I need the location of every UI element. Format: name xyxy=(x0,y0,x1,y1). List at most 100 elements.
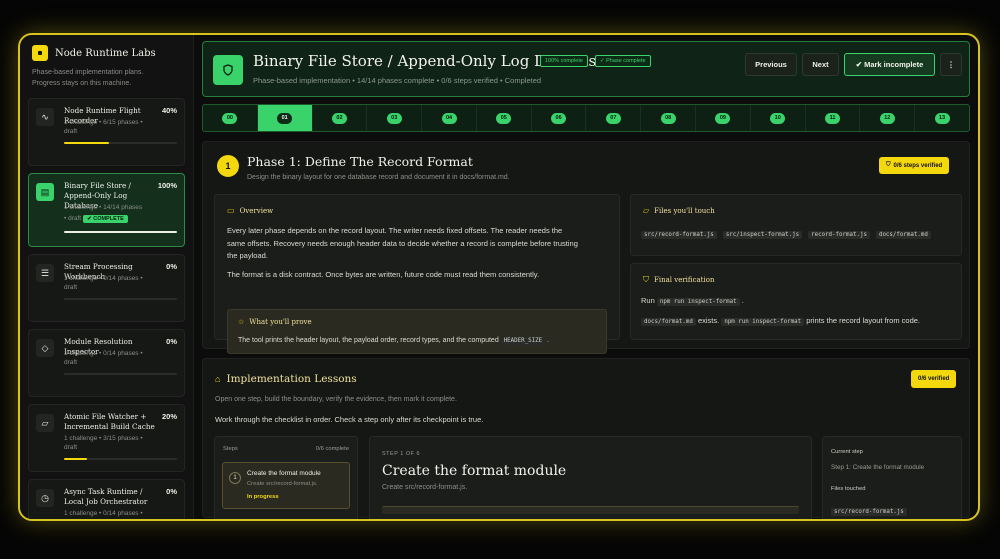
overview-paragraph-1: Every later phase depends on the record … xyxy=(227,225,607,263)
project-percent: 0% xyxy=(166,262,177,271)
phase-tab[interactable]: 01 xyxy=(257,105,313,131)
current-step-value: Step 1: Create the format module xyxy=(831,464,925,471)
files-card: ▱ Files you'll touch src/record-format.j… xyxy=(630,194,962,256)
step-item-1[interactable]: 1 Create the format module Create src/re… xyxy=(222,462,350,509)
brand-logo-icon xyxy=(32,45,48,61)
verify-doc: docs/format.md xyxy=(641,318,696,326)
sidebar-project-item[interactable]: ☰ Stream Processing Workbench 0% 1 challeng… xyxy=(28,254,185,322)
phase-tab-label: 09 xyxy=(715,112,731,124)
current-step-card: Current step Step 1: Create the format m… xyxy=(822,436,962,519)
sidebar-project-item[interactable]: ∿ Node Runtime Flight Recorder 40% 1 challe… xyxy=(28,98,185,166)
prove-header: ☆ What you'll prove xyxy=(238,318,312,326)
project-meta: 1 challenge • 0/14 phases • xyxy=(64,510,143,517)
phase-tab-label: 10 xyxy=(770,112,786,124)
files-touched-value: src/record-format.js xyxy=(831,500,907,518)
phase-tab-label: 11 xyxy=(824,112,840,124)
overview-title: Overview xyxy=(239,206,274,215)
lessons-verified-badge: 0/6 verified xyxy=(911,370,957,388)
phase-tab-label: 04 xyxy=(441,112,457,124)
phase-tab-label: 13 xyxy=(934,112,950,124)
graduation-cap-icon: ⌂ xyxy=(215,374,221,384)
phase-tab[interactable]: 02 xyxy=(313,105,368,131)
phase-tab[interactable]: 10 xyxy=(751,105,806,131)
tag-icon: ◇ xyxy=(36,339,54,357)
sidebar-project-item[interactable]: ▤ Binary File Store / Append-Only Log Dat… xyxy=(28,173,185,247)
file-chip: src/record-format.js xyxy=(641,231,717,239)
project-header: Binary File Store / Append-Only Log Data… xyxy=(202,41,970,97)
phase-tab[interactable]: 11 xyxy=(806,105,861,131)
phase-tab[interactable]: 03 xyxy=(367,105,423,131)
project-status-text: draft xyxy=(64,128,78,135)
project-progress-bar xyxy=(64,298,177,300)
project-percent: 40% xyxy=(161,106,177,115)
verify-line-2: docs/format.md exists. npm run inspect-f… xyxy=(641,316,921,326)
folder-icon: ▱ xyxy=(36,414,54,432)
phase-tab[interactable]: 12 xyxy=(860,105,916,131)
phase-tab[interactable]: 05 xyxy=(477,105,532,131)
phase-tab[interactable]: 00 xyxy=(203,105,258,131)
sidebar-project-item[interactable]: ▱ Atomic File Watcher + Incremental Build… xyxy=(28,404,185,472)
sidebar-project-item[interactable]: ◷ Async Task Runtime / Local Job Orchestr… xyxy=(28,479,185,521)
phase-tab-label: 08 xyxy=(660,112,676,124)
steps-verified-badge: ⛉ 0/6 steps verified xyxy=(879,157,950,174)
phase-title: Phase 1: Define The Record Format xyxy=(247,154,473,169)
verification-header: ⛉ Final verification xyxy=(643,275,714,285)
phase-description: Design the binary layout for one databas… xyxy=(247,174,510,181)
complete-badge: 100% complete xyxy=(540,55,588,67)
mark-incomplete-button[interactable]: ✔ Mark incomplete xyxy=(844,53,935,76)
project-status-text: draft xyxy=(64,519,77,521)
app-window: Node Runtime Labs Phase-based implementa… xyxy=(18,33,980,521)
verify-tail: prints the record layout from code. xyxy=(806,316,921,325)
project-percent: 0% xyxy=(166,487,177,496)
verification-title: Final verification xyxy=(654,276,715,284)
previous-button[interactable]: Previous xyxy=(745,53,797,76)
project-percent: 100% xyxy=(157,181,177,190)
verify-line-1: Run npm run inspect-format . xyxy=(641,296,744,306)
brand: Node Runtime Labs xyxy=(32,45,185,61)
project-progress-fill xyxy=(64,458,87,460)
next-button[interactable]: Next xyxy=(802,53,839,76)
file-chip: src/inspect-format.js xyxy=(722,231,803,239)
phase-panel: 1 Phase 1: Define The Record Format Desi… xyxy=(202,141,970,354)
files-title: Files you'll touch xyxy=(654,206,715,215)
clock-icon: ◷ xyxy=(36,489,54,507)
sidebar-project-item[interactable]: ◇ Module Resolution Inspector 0% 1 challeng… xyxy=(28,329,185,397)
complete-badge: ✔ COMPLETE xyxy=(83,215,128,223)
phase-tab[interactable]: 06 xyxy=(532,105,587,131)
step-detail-title: Create the format module xyxy=(382,463,567,479)
sliders-icon: ☰ xyxy=(36,264,54,282)
phase-tab[interactable]: 04 xyxy=(422,105,477,131)
more-options-button[interactable]: ⋮ xyxy=(940,53,962,76)
phase-tab[interactable]: 13 xyxy=(915,105,969,131)
files-header: ▱ Files you'll touch xyxy=(643,206,715,215)
project-progress-bar xyxy=(64,231,177,233)
verify-run-label: Run xyxy=(641,296,655,305)
database-icon: ▤ xyxy=(36,183,54,201)
project-status: • draft ✔ COMPLETE xyxy=(64,215,128,223)
phase-tab-label: 00 xyxy=(222,112,238,124)
phase-tab[interactable]: 08 xyxy=(641,105,697,131)
prove-callout: ☆ What you'll prove The tool prints the … xyxy=(227,309,607,354)
step-detail-subtitle: Create src/record-format.js. xyxy=(382,484,468,491)
project-percent: 0% xyxy=(166,337,177,346)
brand-subtitle-line2: Progress stays on this machine. xyxy=(32,80,132,87)
phase-tab[interactable]: 07 xyxy=(586,105,642,131)
overview-line-3: the payload. xyxy=(227,251,268,260)
step-state: In progress xyxy=(247,494,279,500)
verify-exists: exists. xyxy=(697,316,720,325)
files-touched-label: Files touched xyxy=(831,486,866,492)
project-meta: 1 challenge • 14/14 phases xyxy=(64,204,143,211)
project-list: ∿ Node Runtime Flight Recorder 40% 1 challe… xyxy=(28,98,185,521)
lessons-subtitle: Open one step, build the boundary, verif… xyxy=(215,396,457,403)
project-name: Async Task Runtime / Local Job Orchestra… xyxy=(64,487,148,506)
project-progress-bar xyxy=(64,373,177,375)
step-title: Create the format module xyxy=(247,470,321,477)
project-name: Atomic File Watcher + Incremental Build … xyxy=(64,412,155,431)
lessons-header: ⌂ Implementation Lessons xyxy=(215,373,357,385)
project-progress-bar xyxy=(64,142,177,144)
step-file: Create src/record-format.js. xyxy=(247,481,318,487)
verification-card: ⛉ Final verification Run npm run inspect… xyxy=(630,263,962,340)
phase-tab[interactable]: 09 xyxy=(696,105,751,131)
project-status: draft xyxy=(64,284,77,291)
file-chip-list: src/record-format.js src/inspect-format.j… xyxy=(641,231,931,239)
